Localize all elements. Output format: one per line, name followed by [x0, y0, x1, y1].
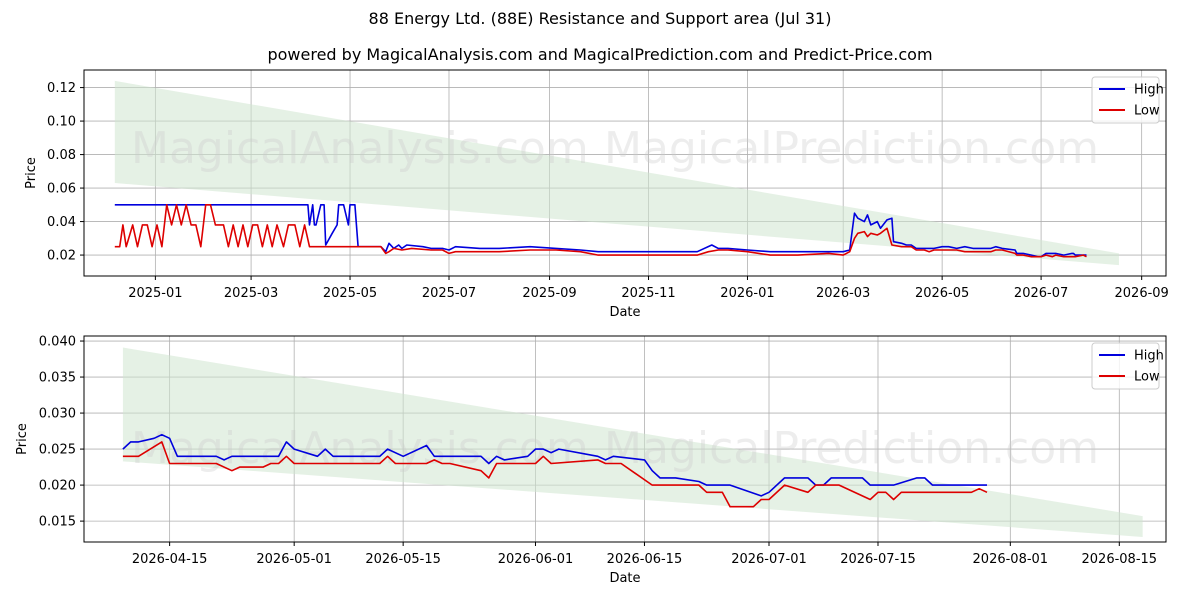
x-tick-label: 2026-03: [816, 286, 870, 301]
x-axis-label: Date: [609, 305, 640, 320]
watermark-text: MagicalPrediction.com: [604, 123, 1099, 174]
legend-label-low: Low: [1134, 104, 1160, 119]
y-tick-label: 0.08: [47, 148, 76, 163]
x-tick-label: 2026-01: [720, 286, 774, 301]
x-tick-label: 2026-07: [1014, 286, 1068, 301]
x-tick-label: 2026-07-01: [731, 552, 807, 567]
x-tick-label: 2026-04-15: [132, 552, 208, 567]
legend-label-high: High: [1134, 349, 1164, 364]
y-tick-label: 0.025: [39, 443, 76, 458]
y-tick-label: 0.030: [39, 407, 76, 422]
x-tick-label: 2025-01: [128, 286, 182, 301]
x-axis-label: Date: [609, 571, 640, 586]
legend-label-high: High: [1134, 83, 1164, 98]
x-tick-label: 2026-05: [915, 286, 969, 301]
x-tick-label: 2025-09: [522, 286, 576, 301]
y-tick-label: 0.04: [47, 215, 76, 230]
x-tick-label: 2025-03: [224, 286, 278, 301]
y-axis-label: Price: [24, 157, 39, 189]
chart-panel-1: MagicalAnalysis.com MagicalPrediction.com…: [24, 69, 1169, 320]
y-tick-label: 0.02: [47, 249, 76, 264]
x-tick-label: 2026-08-15: [1082, 552, 1158, 567]
x-tick-label: 2026-06-15: [607, 552, 683, 567]
x-tick-label: 2025-11: [621, 286, 675, 301]
y-tick-label: 0.015: [39, 515, 76, 530]
watermark-text: MagicalAnalysis.com: [131, 423, 589, 474]
y-axis-label: Price: [15, 423, 30, 455]
chart-canvas: MagicalAnalysis.com MagicalPrediction.com…: [15, 69, 1169, 586]
legend: High Low: [1091, 342, 1164, 390]
y-tick-label: 0.10: [47, 115, 76, 130]
legend: High Low: [1091, 76, 1164, 124]
y-tick-label: 0.12: [47, 81, 76, 96]
x-tick-label: 2026-07-15: [840, 552, 916, 567]
chart-panel-2: MagicalAnalysis.com MagicalPrediction.com…: [15, 335, 1167, 586]
y-tick-label: 0.020: [39, 479, 76, 494]
y-tick-label: 0.040: [39, 335, 76, 350]
x-tick-label: 2025-05: [323, 286, 377, 301]
y-tick-label: 0.06: [47, 182, 76, 197]
x-tick-label: 2026-05-15: [365, 552, 441, 567]
watermark-text: MagicalPrediction.com: [604, 423, 1099, 474]
x-tick-label: 2026-09: [1115, 286, 1169, 301]
y-tick-label: 0.035: [39, 371, 76, 386]
legend-label-low: Low: [1134, 370, 1160, 385]
watermark-text: MagicalAnalysis.com: [131, 123, 589, 174]
x-tick-label: 2026-08-01: [973, 552, 1049, 567]
x-tick-label: 2026-05-01: [256, 552, 332, 567]
x-tick-label: 2026-06-01: [498, 552, 574, 567]
x-tick-label: 2025-07: [422, 286, 476, 301]
